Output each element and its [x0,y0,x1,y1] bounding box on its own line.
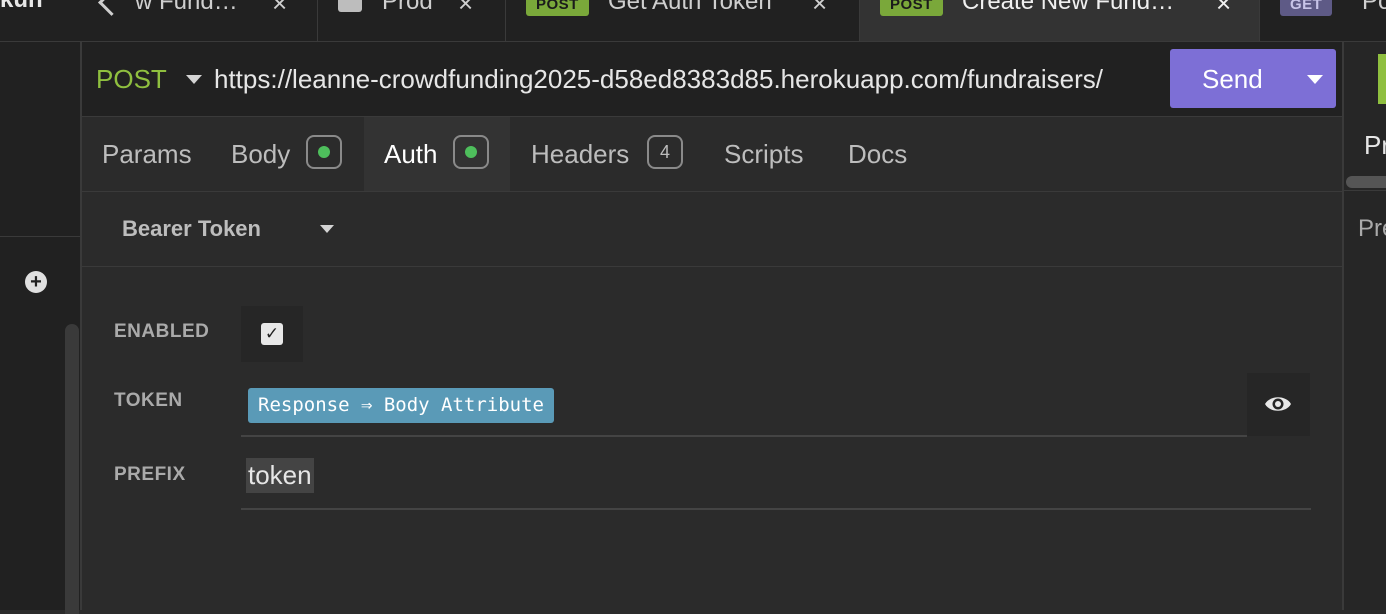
caret-down-icon[interactable] [186,75,202,84]
sidebar-divider [0,236,80,237]
method-badge: GET [1280,0,1333,16]
tab-label: Create New Fund… [962,0,1175,15]
status-badge [453,135,489,169]
add-icon[interactable]: + [25,271,47,293]
tab-auth[interactable]: Auth [364,117,510,191]
method-badge: POST [880,0,943,16]
prefix-input[interactable]: token [241,447,1311,510]
request-tabs: Params Body Auth Headers 4 Scripts Docs [82,117,1342,192]
tab-scripts[interactable]: Scripts [702,117,826,191]
tab-label: Get Auth Token [608,0,772,15]
status-badge [306,135,342,169]
tab-label: Params [102,139,192,169]
close-icon[interactable]: × [1216,0,1231,16]
tab-get-auth-token[interactable]: POST Get Auth Token × [506,0,860,41]
send-label: Send [1202,64,1263,94]
tab-prod[interactable]: Prod × [318,0,506,41]
close-icon[interactable]: × [272,0,287,16]
response-tab[interactable]: Pr [1364,130,1386,161]
response-pane: Pr Pre [1342,42,1386,610]
tab-create-new-fundraiser[interactable]: POST Create New Fund… × [860,0,1260,41]
count-badge: 4 [647,135,683,169]
response-label: Pre [1358,215,1386,242]
auth-type-label: Bearer Token [122,216,261,241]
sidebar-title-fragment: kun [0,0,43,14]
tab-label: w Fund… [135,0,238,15]
caret-down-icon[interactable] [320,225,334,233]
tab-get-partial[interactable]: GET Po [1260,0,1386,41]
pane-divider [1344,190,1386,191]
template-tag-chip[interactable]: Response ⇒ Body Attribute [248,388,554,423]
folder-icon [338,0,362,12]
prefix-value: token [246,458,314,493]
status-indicator [1378,54,1386,104]
tab-headers[interactable]: Headers 4 [510,117,702,191]
tab-docs[interactable]: Docs [826,117,926,191]
tab-label: Docs [848,139,908,169]
toggle-visibility-button[interactable] [1247,373,1310,436]
url-input[interactable]: https://leanne-crowdfunding2025-d58ed838… [214,64,1174,95]
close-icon[interactable]: × [812,0,827,16]
prefix-label: PREFIX [114,464,186,485]
tab-label: Scripts [724,139,804,169]
method-badge: POST [526,0,589,16]
tab-label: Body [231,139,291,169]
active-dot-icon [465,146,477,158]
enabled-checkbox[interactable]: ✓ [261,323,283,345]
auth-type-dropdown[interactable]: Bearer Token [82,192,1342,267]
url-bar: POST https://leanne-crowdfunding2025-d58… [82,42,1342,117]
response-tabs-scrollbar[interactable] [1346,176,1386,188]
close-icon[interactable]: × [458,0,473,16]
tab-strip: kun w Fund… × Prod × POST Get Auth Token… [0,0,1386,42]
enabled-label: ENABLED [114,321,210,342]
token-label: TOKEN [114,390,183,411]
eye-icon [1265,397,1291,411]
tab-body[interactable]: Body [210,117,364,191]
active-dot-icon [318,146,330,158]
sidebar-scrollbar[interactable] [65,324,79,614]
caret-down-icon[interactable] [1307,75,1323,84]
tab-label: Auth [384,139,438,169]
tab-label: Prod [382,0,433,15]
tab-label: Po [1362,0,1386,15]
send-button[interactable]: Send [1170,49,1336,108]
token-input[interactable]: Response ⇒ Body Attribute [241,373,1247,437]
tab-new-fundraiser[interactable]: w Fund… × [80,0,318,41]
method-select[interactable]: POST [96,64,167,95]
enabled-checkbox-container[interactable]: ✓ [241,306,303,362]
chevron-left-icon[interactable] [98,0,125,16]
left-sidebar: + [0,42,82,614]
tab-label: Headers [531,139,630,169]
tab-params[interactable]: Params [82,117,210,191]
